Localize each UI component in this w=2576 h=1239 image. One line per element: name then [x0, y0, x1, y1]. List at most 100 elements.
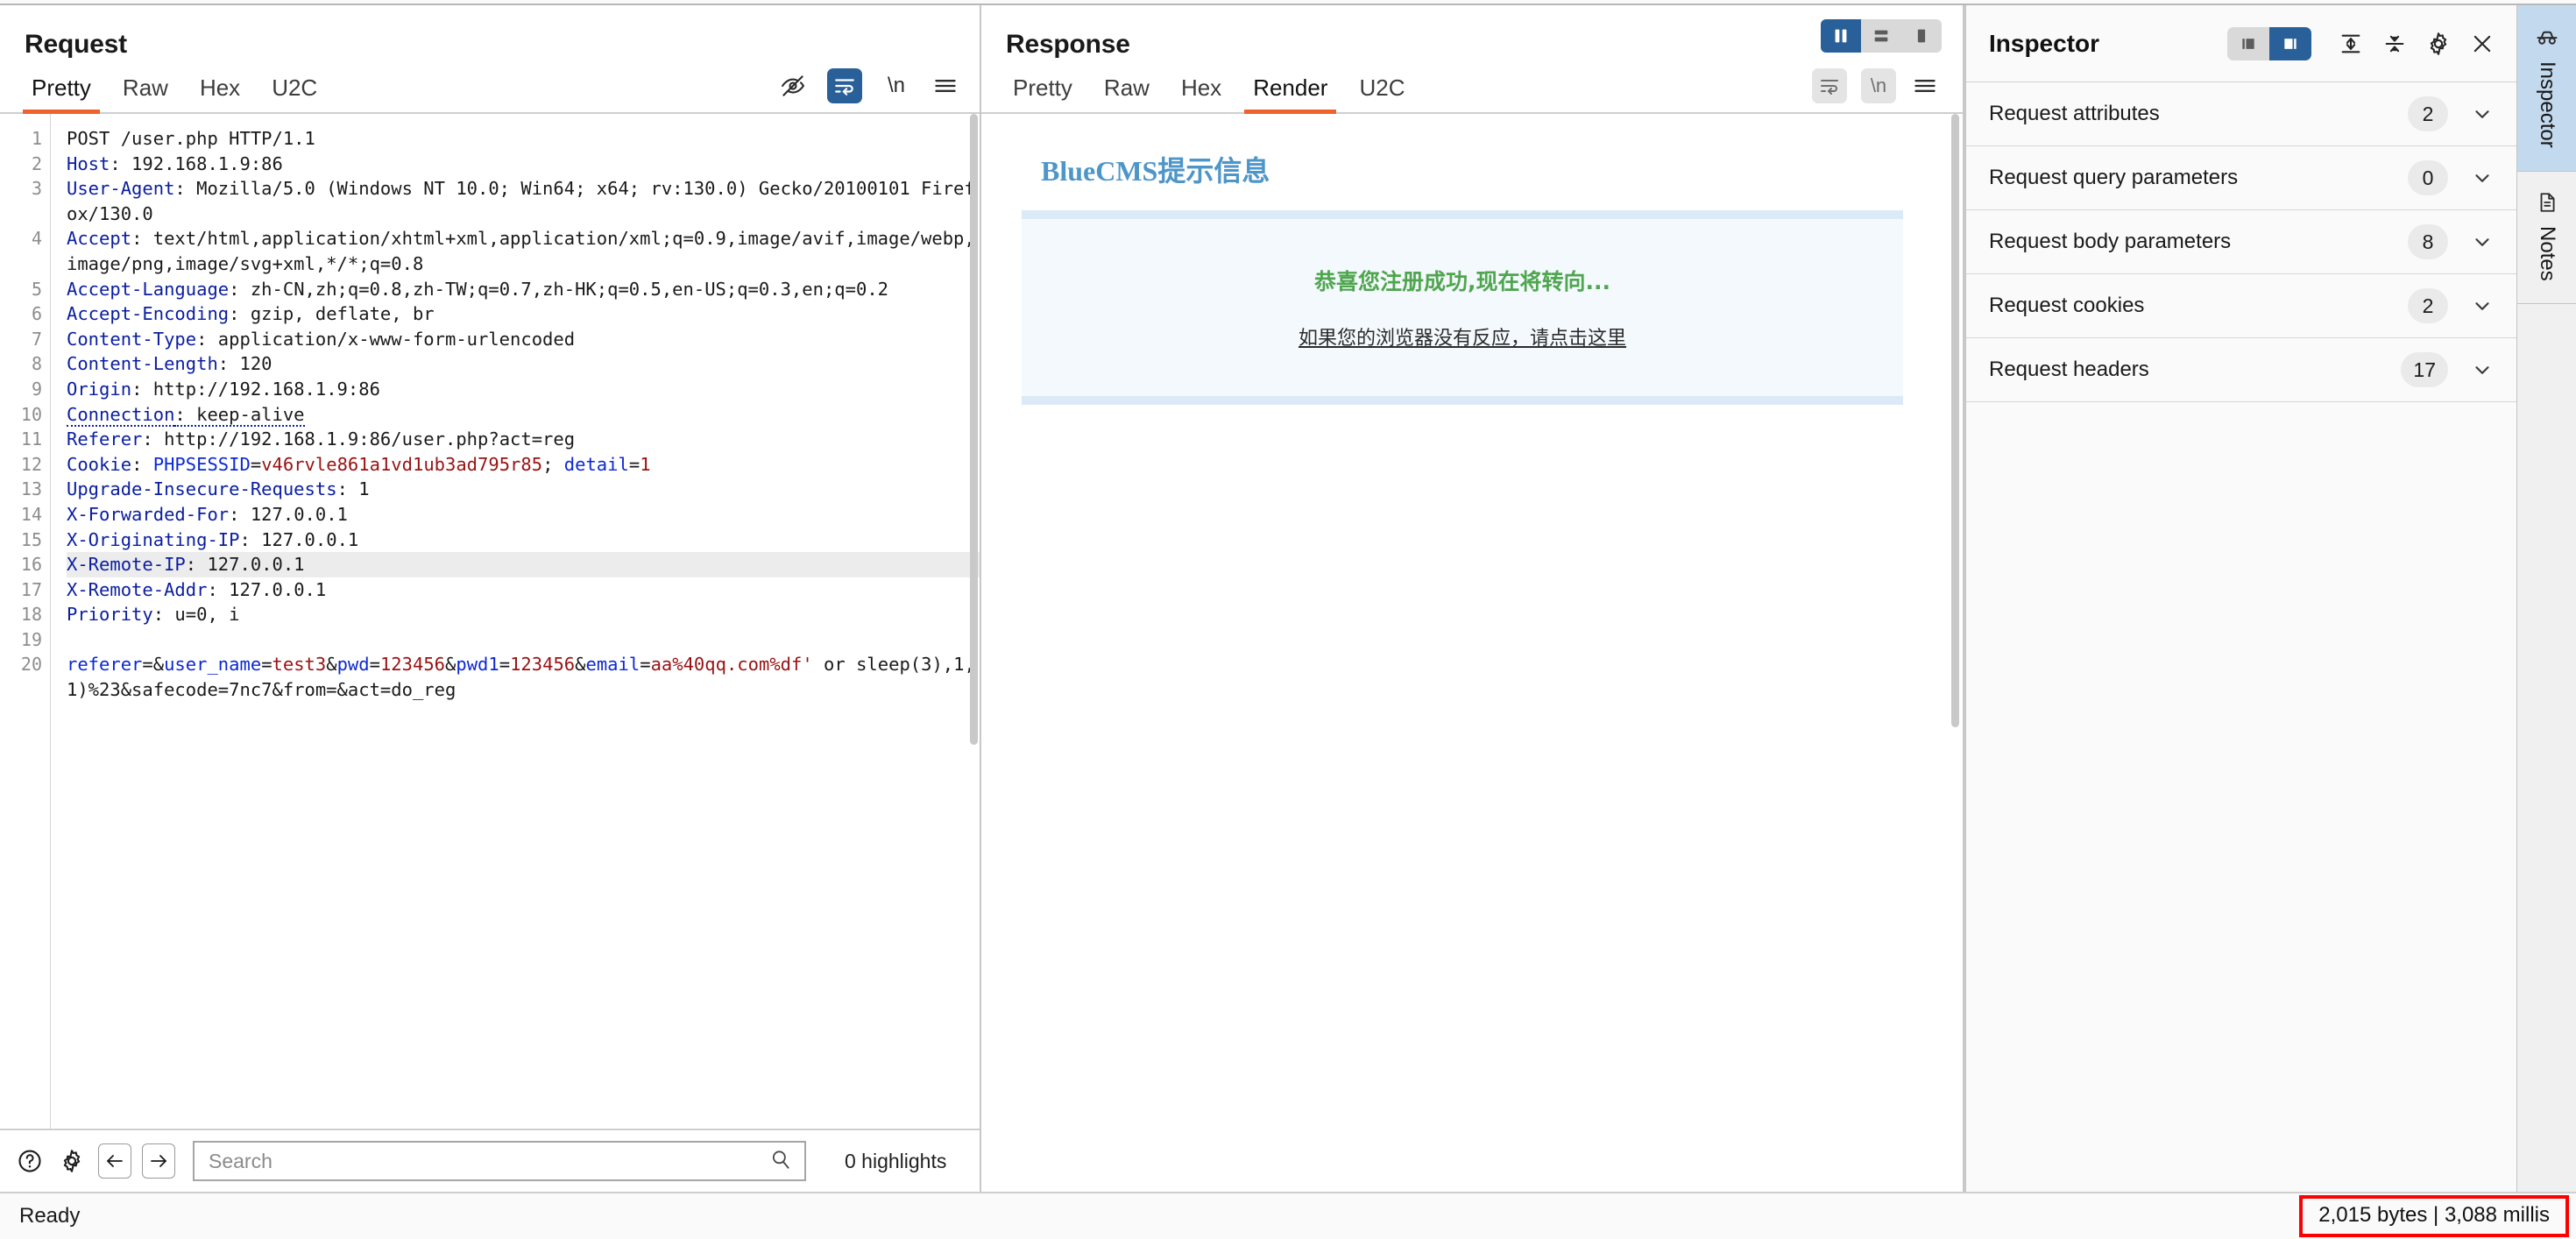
response-scrollbar[interactable] — [1950, 114, 1961, 1192]
help-icon[interactable] — [14, 1145, 46, 1177]
code-token: pwd — [336, 654, 370, 676]
code-line: X-Remote-Addr: 127.0.0.1 — [67, 577, 980, 603]
inspector-title: Inspector — [1989, 29, 2100, 57]
code-token: POST /user.php HTTP/1.1 — [67, 128, 315, 149]
code-line: Connection: keep-alive — [67, 402, 980, 428]
request-code-text[interactable]: POST /user.php HTTP/1.1 Host: 192.168.1.9… — [51, 114, 980, 1129]
chevron-down-icon[interactable] — [2471, 294, 2494, 317]
code-line: Host: 192.168.1.9:86 — [67, 152, 980, 177]
chevron-down-icon[interactable] — [2471, 358, 2494, 381]
code-token: : zh-CN,zh;q=0.8,zh-TW;q=0.7,zh-HK;q=0.5… — [229, 278, 889, 300]
search-input[interactable] — [207, 1148, 769, 1174]
code-line: Accept-Encoding: gzip, deflate, br — [67, 301, 980, 327]
status-metrics: 2,015 bytes | 3,088 millis — [2299, 1195, 2569, 1237]
tab-response-raw[interactable]: Raw — [1088, 71, 1165, 112]
code-token: Host — [67, 152, 110, 174]
code-token: ; — [542, 453, 564, 475]
inspector-section-count: 8 — [2408, 224, 2448, 259]
response-panel: Response Pretty Raw Hex Render U2C \n Bl… — [981, 5, 1964, 1192]
line-number: 14 — [20, 503, 42, 525]
inspector-section-label: Request body parameters — [1989, 230, 2232, 253]
layout-toggle-group — [1821, 19, 1942, 53]
tab-request-hex[interactable]: Hex — [184, 71, 256, 112]
layout-right-icon[interactable] — [2269, 26, 2311, 60]
code-token: user_name — [164, 654, 262, 676]
split-vertical-icon[interactable] — [1821, 19, 1861, 53]
word-wrap-icon[interactable] — [1812, 68, 1847, 103]
inspector-section-row[interactable]: Request body parameters 8 — [1966, 210, 2516, 274]
cms-redirect-link[interactable]: 如果您的浏览器没有反应，请点击这里 — [1299, 322, 1626, 350]
request-editor-inner[interactable]: 1 2 3 4 5 6 7 8 9 10 11 12 13 14 15 16 17 18 19 20 POST /us… — [0, 114, 980, 1129]
line-number: 20 — [20, 654, 42, 676]
code-line: Cookie: PHPSESSID=v46rvle861a1vd1ub3ad79… — [67, 452, 980, 478]
code-token: v46rvle861a1vd1ub3ad795r85 — [261, 453, 543, 475]
inspector-section-row[interactable]: Request attributes 2 — [1966, 82, 2516, 146]
rail-tab-inspector[interactable]: Inspector — [2517, 5, 2576, 172]
code-token: = — [250, 453, 262, 475]
chevron-down-icon[interactable] — [2471, 166, 2494, 189]
request-scrollbar[interactable] — [969, 114, 980, 1129]
inspector-layout-toggle — [2227, 26, 2311, 60]
chevron-down-icon[interactable] — [2471, 230, 2494, 253]
response-tabstrip: Pretty Raw Hex Render U2C \n — [981, 68, 1963, 114]
code-line: Origin: http://192.168.1.9:86 — [67, 377, 980, 402]
tab-request-pretty[interactable]: Pretty — [16, 71, 107, 114]
gear-icon[interactable] — [56, 1145, 88, 1177]
newline-icon[interactable]: \n — [881, 71, 911, 101]
request-editor[interactable]: 1 2 3 4 5 6 7 8 9 10 11 12 13 14 15 16 17 18 19 20 POST /us… — [0, 114, 980, 1129]
menu-icon[interactable] — [1910, 71, 1940, 101]
code-line: Referer: http://192.168.1.9:86/user.php?… — [67, 427, 980, 452]
line-number: 5 — [31, 278, 42, 300]
search-icon[interactable] — [769, 1148, 792, 1175]
code-token: : Mozilla/5.0 (Windows NT 10.0; Win64; x… — [67, 178, 975, 224]
line-number: 7 — [31, 328, 42, 350]
menu-icon[interactable] — [931, 71, 960, 101]
close-icon[interactable] — [2464, 25, 2501, 62]
code-token: referer — [67, 654, 143, 676]
request-toolbar-icons: \n — [778, 68, 980, 112]
chevron-down-icon[interactable] — [2471, 103, 2494, 125]
word-wrap-icon[interactable] — [827, 68, 862, 103]
expand-all-icon[interactable] — [2332, 25, 2369, 62]
gear-icon[interactable] — [2420, 25, 2457, 62]
tab-response-hex[interactable]: Hex — [1165, 71, 1237, 112]
status-bar: Ready 2,015 bytes | 3,088 millis — [0, 1192, 2576, 1239]
code-token: : http://192.168.1.9:86/user.php?act=reg — [142, 428, 576, 450]
tab-request-u2c[interactable]: U2C — [256, 71, 333, 112]
search-forward-button[interactable] — [142, 1143, 175, 1179]
search-back-button[interactable] — [98, 1143, 131, 1179]
split-horizontal-icon[interactable] — [1861, 19, 1901, 53]
code-line: Priority: u=0, i — [67, 602, 980, 627]
tab-response-pretty[interactable]: Pretty — [997, 71, 1088, 112]
code-token: : u=0, i — [152, 604, 240, 626]
response-scrollbar-thumb[interactable] — [1951, 114, 1959, 727]
layout-left-icon[interactable] — [2227, 26, 2269, 60]
tab-request-raw[interactable]: Raw — [107, 71, 184, 112]
rail-tab-notes[interactable]: Notes — [2517, 172, 2576, 305]
eye-off-icon[interactable] — [778, 71, 808, 101]
code-token: = — [499, 654, 511, 676]
request-scrollbar-thumb[interactable] — [970, 114, 978, 745]
request-bottom-toolbar: 0 highlights — [0, 1129, 980, 1192]
request-line-numbers: 1 2 3 4 5 6 7 8 9 10 11 12 13 14 15 16 17 18 19 20 — [0, 114, 51, 1129]
code-line: X-Forwarded-For: 127.0.0.1 — [67, 502, 980, 527]
newline-icon[interactable]: \n — [1861, 68, 1896, 103]
inspector-section-row[interactable]: Request headers 17 — [1966, 338, 2516, 402]
inspector-header: Inspector — [1966, 5, 2516, 82]
single-pane-icon[interactable] — [1901, 19, 1942, 53]
inspector-section-label: Request headers — [1989, 358, 2149, 381]
code-token: Content-Type — [67, 328, 197, 350]
inspector-section-row[interactable]: Request query parameters 0 — [1966, 146, 2516, 210]
code-token: X-Originating-IP — [67, 528, 240, 550]
tab-response-render[interactable]: Render — [1237, 71, 1343, 114]
inspector-section-label: Request query parameters — [1989, 166, 2239, 189]
tab-response-u2c[interactable]: U2C — [1343, 71, 1420, 112]
inspector-section-row[interactable]: Request cookies 2 — [1966, 274, 2516, 338]
code-token: Accept-Language — [67, 278, 230, 300]
code-token: Accept — [67, 228, 132, 250]
collapse-all-icon[interactable] — [2376, 25, 2413, 62]
code-token: : keep-alive — [174, 403, 305, 427]
response-toolbar-icons: \n — [1812, 68, 1963, 112]
code-token: 123456 — [379, 654, 446, 676]
search-box[interactable] — [193, 1141, 806, 1181]
